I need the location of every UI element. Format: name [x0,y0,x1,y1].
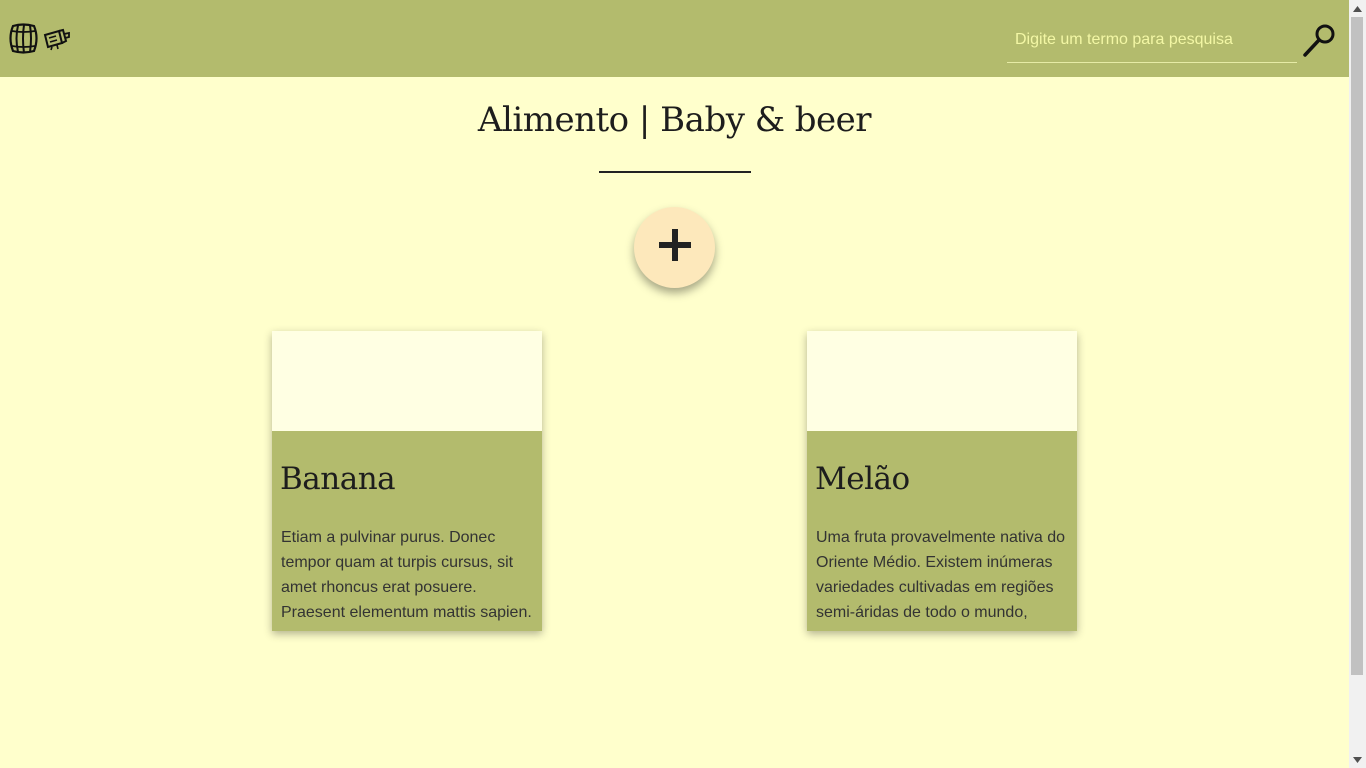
card-title: Melão [815,461,910,497]
add-item-button[interactable] [634,207,715,288]
food-card[interactable]: Melão Uma fruta provavelmente nativa do … [807,331,1077,631]
scroll-up-icon[interactable] [1349,0,1366,17]
scrollbar-thumb[interactable] [1351,17,1363,675]
scroll-down-icon[interactable] [1349,751,1366,768]
title-divider [599,171,751,173]
vertical-scrollbar[interactable] [1349,0,1366,768]
card-title: Banana [280,461,396,497]
card-body: Melão Uma fruta provavelmente nativa do … [807,431,1077,631]
top-bar [0,0,1349,77]
page: Alimento | Baby & beer Banana Etiam a pu… [0,0,1349,768]
card-image [807,331,1077,431]
page-title: Alimento | Baby & beer [477,100,872,140]
card-description: Uma fruta provavelmente nativa do Orient… [816,529,1066,621]
search-field [1007,18,1297,63]
magnifier-icon[interactable] [1302,22,1338,58]
card-image [272,331,542,431]
card-description: Etiam a pulvinar purus. Donec tempor qua… [281,529,532,621]
barrel-icon[interactable] [7,23,40,59]
plus-icon [658,228,692,267]
food-card[interactable]: Banana Etiam a pulvinar purus. Donec tem… [272,331,542,631]
card-body: Banana Etiam a pulvinar purus. Donec tem… [272,431,542,631]
search-input[interactable] [1007,18,1297,62]
baby-bottle-icon[interactable] [42,27,70,56]
